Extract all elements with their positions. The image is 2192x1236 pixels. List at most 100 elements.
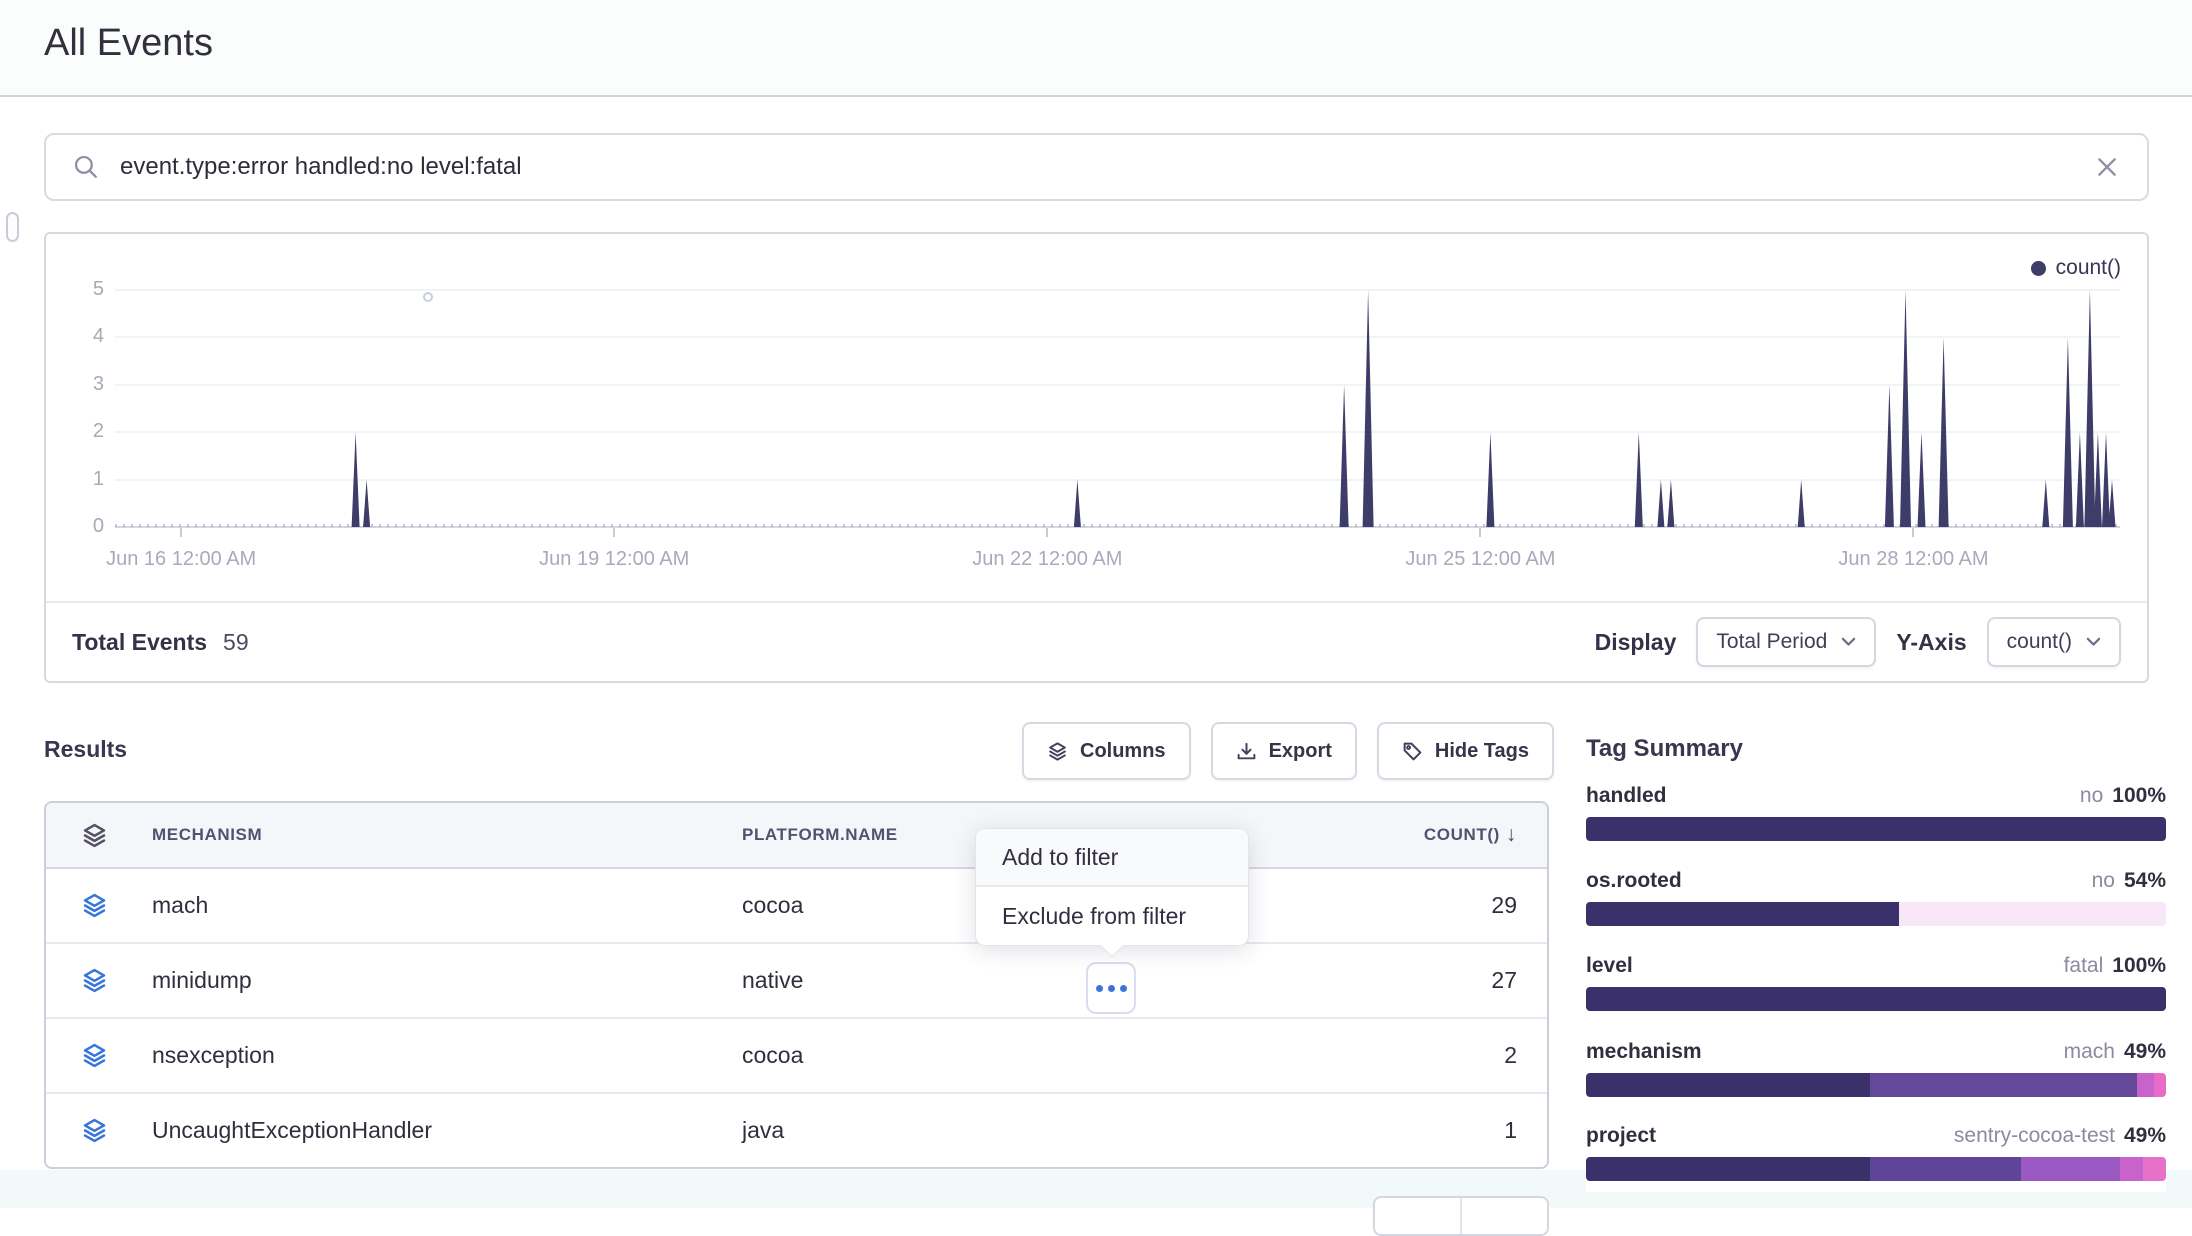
sort-descending-icon: ↓ [1506, 823, 1517, 847]
ellipsis-icon [1096, 985, 1103, 992]
previous-page-button[interactable] [1375, 1198, 1460, 1234]
x-axis-tick [1912, 528, 1914, 537]
cell-mechanism: minidump [142, 967, 726, 994]
yaxis-dropdown[interactable]: count() [1987, 617, 2121, 667]
search-icon [72, 153, 100, 181]
y-axis-label: 3 [46, 373, 104, 396]
tag-name: project [1586, 1124, 1656, 1148]
y-axis-label: 2 [46, 420, 104, 443]
tag-name: mechanism [1586, 1040, 1702, 1064]
tag-top-percent: 49% [2124, 1040, 2166, 1064]
tag-summary-heading: Tag Summary [1586, 735, 1743, 763]
tag-top-percent: 100% [2112, 954, 2166, 978]
column-header-mechanism[interactable]: MECHANISM [142, 825, 726, 845]
table-row[interactable]: minidump native 27 [46, 944, 1547, 1019]
cell-mechanism: mach [142, 892, 726, 919]
cell-count: 27 [1186, 967, 1547, 994]
display-dropdown[interactable]: Total Period [1696, 617, 1876, 667]
layers-icon [1047, 741, 1068, 762]
tag-top-value: fatal [2064, 954, 2104, 978]
total-events-value: 59 [223, 629, 249, 656]
y-axis-label: 1 [46, 468, 104, 491]
pagination-buttons[interactable] [1373, 1196, 1549, 1236]
columns-button-label: Columns [1080, 740, 1166, 763]
tag-entry: handled no 100% [1586, 784, 2166, 841]
chevron-down-icon [2086, 637, 2101, 647]
columns-button[interactable]: Columns [1022, 722, 1191, 780]
x-axis-tick-label: Jun 28 12:00 AM [1838, 548, 1988, 571]
stack-icon[interactable] [81, 822, 108, 849]
chart-plot-area[interactable]: Jun 16 12:00 AM Jun 19 12:00 AM Jun 22 1… [115, 264, 2120, 576]
tag-top-value: sentry-cocoa-test [1954, 1124, 2115, 1148]
table-row[interactable]: UncaughtExceptionHandler java 1 [46, 1094, 1547, 1167]
search-input[interactable]: event.type:error handled:no level:fatal [120, 153, 2073, 181]
x-axis-tick [1479, 528, 1481, 537]
results-table: MECHANISM PLATFORM.NAME COUNT() ↓ mach c… [44, 801, 1549, 1169]
tag-name: os.rooted [1586, 869, 1682, 893]
tag-distribution-bar[interactable] [1586, 1157, 2166, 1181]
table-header-row: MECHANISM PLATFORM.NAME COUNT() ↓ [46, 803, 1547, 869]
page-title: All Events [44, 22, 213, 65]
results-heading: Results [44, 736, 127, 763]
y-axis-label: 0 [46, 515, 104, 538]
tag-top-percent: 100% [2112, 784, 2166, 808]
chevron-down-icon [1841, 637, 1856, 647]
chart-series [115, 264, 2120, 527]
tag-name: handled [1586, 784, 1667, 808]
tag-entry: os.rooted no 54% [1586, 869, 2166, 926]
chart-footer: Total Events 59 Display Total Period Y-A… [46, 601, 2147, 681]
tag-distribution-bar[interactable] [1586, 987, 2166, 1011]
tag-entry: level fatal 100% [1586, 954, 2166, 1011]
page-header: All Events [0, 0, 2192, 97]
x-axis-tick-label: Jun 22 12:00 AM [972, 548, 1122, 571]
yaxis-dropdown-value: count() [2007, 630, 2072, 654]
hide-tags-button[interactable]: Hide Tags [1377, 722, 1554, 780]
next-page-button[interactable] [1460, 1198, 1547, 1234]
tag-top-percent: 49% [2124, 1124, 2166, 1148]
cell-count: 1 [1186, 1117, 1547, 1144]
ellipsis-icon [1108, 985, 1115, 992]
export-button-label: Export [1269, 740, 1332, 763]
events-chart-card: count() 5 4 3 2 1 0 Jun 16 12:00 AM Jun … [44, 232, 2149, 683]
cell-actions-button[interactable] [1086, 962, 1136, 1014]
x-axis-tick-label: Jun 19 12:00 AM [539, 548, 689, 571]
cell-platform: java [726, 1117, 1186, 1144]
x-axis-tick [180, 528, 182, 537]
count-header-label: COUNT() [1424, 825, 1500, 845]
tag-entry: project sentry-cocoa-test 49% [1586, 1124, 2166, 1181]
stack-icon [81, 1042, 108, 1069]
display-dropdown-value: Total Period [1716, 630, 1827, 654]
table-row[interactable]: nsexception cocoa 2 [46, 1019, 1547, 1094]
chart-hover-marker [423, 292, 433, 302]
table-row[interactable]: mach cocoa 29 [46, 869, 1547, 944]
tag-entry: mechanism mach 49% [1586, 1040, 2166, 1097]
search-bar[interactable]: event.type:error handled:no level:fatal [44, 133, 2149, 201]
cell-mechanism: nsexception [142, 1042, 726, 1069]
tag-summary: Tag Summary handled no 100% os.rooted no… [1586, 722, 2166, 1192]
cell-count: 2 [1186, 1042, 1547, 1069]
cell-actions-menu: Add to filter Exclude from filter [975, 828, 1249, 946]
tag-distribution-bar[interactable] [1586, 1073, 2166, 1097]
results-toolbar: Columns Export Hide Tags [1022, 722, 1554, 780]
stack-icon [81, 892, 108, 919]
clear-search-icon[interactable] [2093, 153, 2121, 181]
tag-top-value: no [2092, 869, 2115, 893]
tag-name: level [1586, 954, 1633, 978]
menu-item-add-to-filter[interactable]: Add to filter [976, 829, 1248, 887]
export-button[interactable]: Export [1211, 722, 1357, 780]
display-label: Display [1595, 629, 1677, 656]
y-axis-label: 5 [46, 278, 104, 301]
tag-icon [1402, 741, 1423, 762]
tag-top-value: no [2080, 784, 2103, 808]
stack-icon [81, 1117, 108, 1144]
hide-tags-button-label: Hide Tags [1435, 740, 1529, 763]
x-axis-tick [613, 528, 615, 537]
x-axis-tick-label: Jun 16 12:00 AM [106, 548, 256, 571]
cell-mechanism: UncaughtExceptionHandler [142, 1117, 726, 1144]
tag-distribution-bar[interactable] [1586, 902, 2166, 926]
stack-icon [81, 967, 108, 994]
tag-top-value: mach [2064, 1040, 2115, 1064]
tag-distribution-bar[interactable] [1586, 817, 2166, 841]
total-events-label: Total Events [72, 629, 207, 656]
y-axis-label: 4 [46, 325, 104, 348]
